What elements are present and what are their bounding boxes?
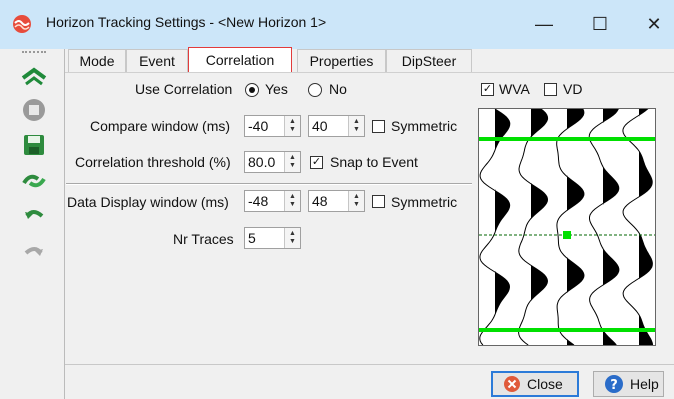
help-icon: ? (605, 375, 623, 393)
trace-line (518, 108, 549, 346)
compare-symmetric-checkbox[interactable] (372, 120, 385, 133)
trace-line (622, 108, 654, 346)
undo-redo-button[interactable] (21, 168, 47, 194)
seismic-trace-display[interactable] (478, 108, 656, 346)
undo-redo-icon (22, 174, 46, 188)
tab-correlation[interactable]: Correlation (188, 47, 292, 73)
trace-fill (567, 109, 584, 345)
close-circle-icon (504, 376, 520, 392)
trace-fill (603, 109, 619, 345)
minimize-button[interactable]: — (520, 0, 568, 49)
threshold-label: Correlation threshold (%) (75, 154, 231, 170)
snap-to-event-checkbox[interactable]: ✓ (310, 156, 323, 169)
tab-label: Event (139, 53, 175, 69)
toolbar-grip[interactable] (22, 51, 46, 55)
close-window-button[interactable]: ✕ (630, 0, 674, 49)
compare-start-value: -40 (248, 118, 269, 134)
tab-properties[interactable]: Properties (297, 49, 386, 73)
tab-label: Correlation (205, 52, 275, 68)
compare-end-value: 40 (312, 118, 328, 134)
trace-line (588, 108, 620, 346)
close-button[interactable]: Close (491, 371, 579, 397)
snap-to-event-label: Snap to Event (330, 154, 418, 170)
help-button[interactable]: ? Help (593, 371, 664, 397)
wva-checkbox[interactable]: ✓ (481, 83, 494, 96)
tab-label: Properties (309, 53, 374, 69)
wva-label: WVA (499, 81, 530, 97)
svg-text:?: ? (610, 378, 618, 393)
maximize-button[interactable]: ☐ (576, 0, 624, 49)
tab-divider (65, 72, 674, 73)
use-correlation-label: Use Correlation (135, 81, 233, 97)
window-title: Horizon Tracking Settings - <New Horizon… (46, 14, 327, 30)
compare-symmetric-label: Symmetric (391, 118, 458, 134)
minimize-icon: — (535, 14, 553, 34)
close-button-label: Close (527, 376, 563, 392)
compare-start-spinbox[interactable]: -40 ▲ ▼ (244, 115, 301, 137)
display-window-label: Data Display window (ms) (67, 194, 229, 210)
spin-arrows-icon[interactable]: ▲ ▼ (284, 191, 300, 211)
tab-label: DipSteer (401, 53, 457, 69)
trace-line (556, 108, 585, 346)
use-correlation-no-label: No (329, 81, 347, 97)
close-icon: ✕ (646, 14, 662, 34)
maximize-icon: ☐ (591, 14, 609, 34)
compare-end-spinbox[interactable]: 40 ▲ ▼ (308, 115, 365, 137)
stop-icon (23, 99, 45, 121)
display-end-spinbox[interactable]: 48 ▲ ▼ (308, 190, 365, 212)
redo-icon (24, 247, 43, 256)
spin-arrows-icon[interactable]: ▲ ▼ (348, 191, 364, 211)
threshold-value: 80.0 (248, 154, 276, 170)
wiggle-traces (479, 108, 655, 346)
separator (66, 183, 472, 185)
undo-button[interactable] (21, 203, 47, 229)
use-correlation-no-radio[interactable] (308, 83, 322, 97)
display-symmetric-checkbox[interactable] (372, 195, 385, 208)
save-icon (24, 135, 44, 155)
trace-fill (531, 109, 548, 345)
tab-event[interactable]: Event (126, 49, 188, 73)
app-icon (12, 14, 32, 34)
track-button[interactable] (21, 64, 47, 90)
checkmark-icon: ✓ (311, 156, 322, 168)
help-button-label: Help (630, 376, 659, 392)
tab-dipsteer[interactable]: DipSteer (386, 49, 472, 73)
display-start-value: -48 (248, 193, 269, 209)
undo-icon (25, 210, 44, 219)
checkmark-icon: ✓ (482, 83, 493, 95)
spin-arrows-icon[interactable]: ▲ ▼ (284, 228, 300, 248)
spin-arrows-icon[interactable]: ▲ ▼ (284, 152, 300, 172)
vd-label: VD (563, 81, 583, 97)
nr-traces-value: 5 (248, 230, 256, 246)
stop-button[interactable] (21, 97, 47, 123)
spin-arrows-icon[interactable]: ▲ ▼ (348, 116, 364, 136)
display-start-spinbox[interactable]: -48 ▲ ▼ (244, 190, 301, 212)
seed-point-marker (563, 231, 571, 239)
compare-window-label: Compare window (ms) (90, 118, 231, 134)
display-symmetric-label: Symmetric (391, 194, 458, 210)
use-correlation-yes-label: Yes (265, 81, 288, 97)
trace-fill (639, 109, 653, 345)
redo-button[interactable] (21, 240, 47, 266)
save-button[interactable] (21, 132, 47, 158)
track-icon (21, 67, 47, 86)
nr-traces-label: Nr Traces (173, 231, 234, 247)
vd-checkbox[interactable] (544, 83, 557, 96)
tab-label: Mode (79, 53, 115, 69)
button-bar-divider (65, 364, 674, 365)
nr-traces-spinbox[interactable]: 5 ▲ ▼ (244, 227, 301, 249)
display-end-value: 48 (312, 193, 328, 209)
use-correlation-yes-radio[interactable] (245, 83, 259, 97)
trace-line (479, 108, 511, 346)
tab-mode[interactable]: Mode (68, 49, 126, 73)
threshold-spinbox[interactable]: 80.0 ▲ ▼ (244, 151, 301, 173)
spin-arrows-icon[interactable]: ▲ ▼ (284, 116, 300, 136)
